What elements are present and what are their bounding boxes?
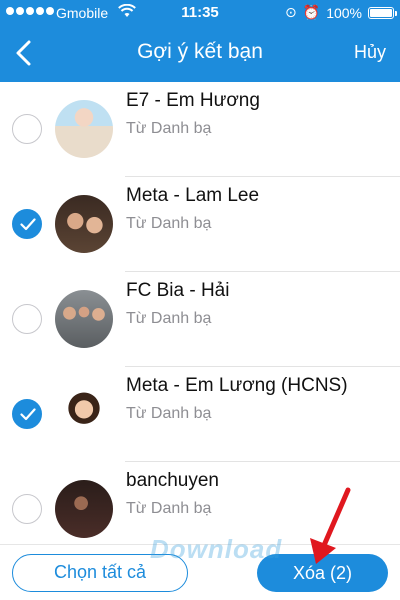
battery-icon [368, 6, 397, 19]
battery-percent: 100% [326, 4, 362, 21]
list-item[interactable]: Meta - Em Lương (HCNS) Từ Danh bạ [0, 367, 400, 462]
list-item[interactable]: E7 - Em Hương Từ Danh bạ [0, 82, 400, 177]
avatar [55, 100, 113, 158]
contact-name: banchuyen [126, 470, 219, 491]
watermark: Download [150, 534, 283, 564]
orientation-lock-icon: ⊙ [285, 4, 297, 20]
cancel-button[interactable]: Hủy [354, 42, 386, 63]
select-checkbox[interactable] [12, 304, 42, 334]
contact-name: E7 - Em Hương [126, 90, 260, 111]
select-checkbox-checked[interactable] [12, 209, 42, 239]
contact-source: Từ Danh bạ [126, 405, 212, 422]
avatar [55, 480, 113, 538]
checkmark-icon [20, 408, 36, 421]
annotation-arrow-icon [310, 487, 351, 564]
list-item[interactable]: FC Bia - Hải Từ Danh bạ [0, 272, 400, 367]
select-checkbox[interactable] [12, 494, 42, 524]
status-bar: Gmobile 11:35 ⊙ ⏰ 100% [0, 0, 400, 26]
navigation-bar: Gợi ý kết bạn Hủy [0, 26, 400, 82]
alarm-icon: ⏰ [302, 4, 321, 20]
contact-name: Meta - Lam Lee [126, 185, 260, 206]
list-item[interactable]: Meta - Lam Lee Từ Danh bạ [0, 177, 400, 272]
checkmark-icon [20, 218, 36, 231]
avatar [55, 290, 113, 348]
select-checkbox[interactable] [12, 114, 42, 144]
contact-name: FC Bia - Hải [126, 280, 230, 301]
contact-source: Từ Danh bạ [126, 120, 212, 137]
contact-source: Từ Danh bạ [126, 500, 212, 517]
avatar [55, 385, 113, 443]
contact-source: Từ Danh bạ [126, 215, 212, 232]
app-header: Gmobile 11:35 ⊙ ⏰ 100% Gợi ý kết bạn Hủy [0, 0, 400, 82]
avatar [55, 195, 113, 253]
select-checkbox-checked[interactable] [12, 399, 42, 429]
contact-name: Meta - Em Lương (HCNS) [126, 375, 348, 396]
page-title: Gợi ý kết bạn [137, 40, 263, 63]
contact-source: Từ Danh bạ [126, 310, 212, 327]
